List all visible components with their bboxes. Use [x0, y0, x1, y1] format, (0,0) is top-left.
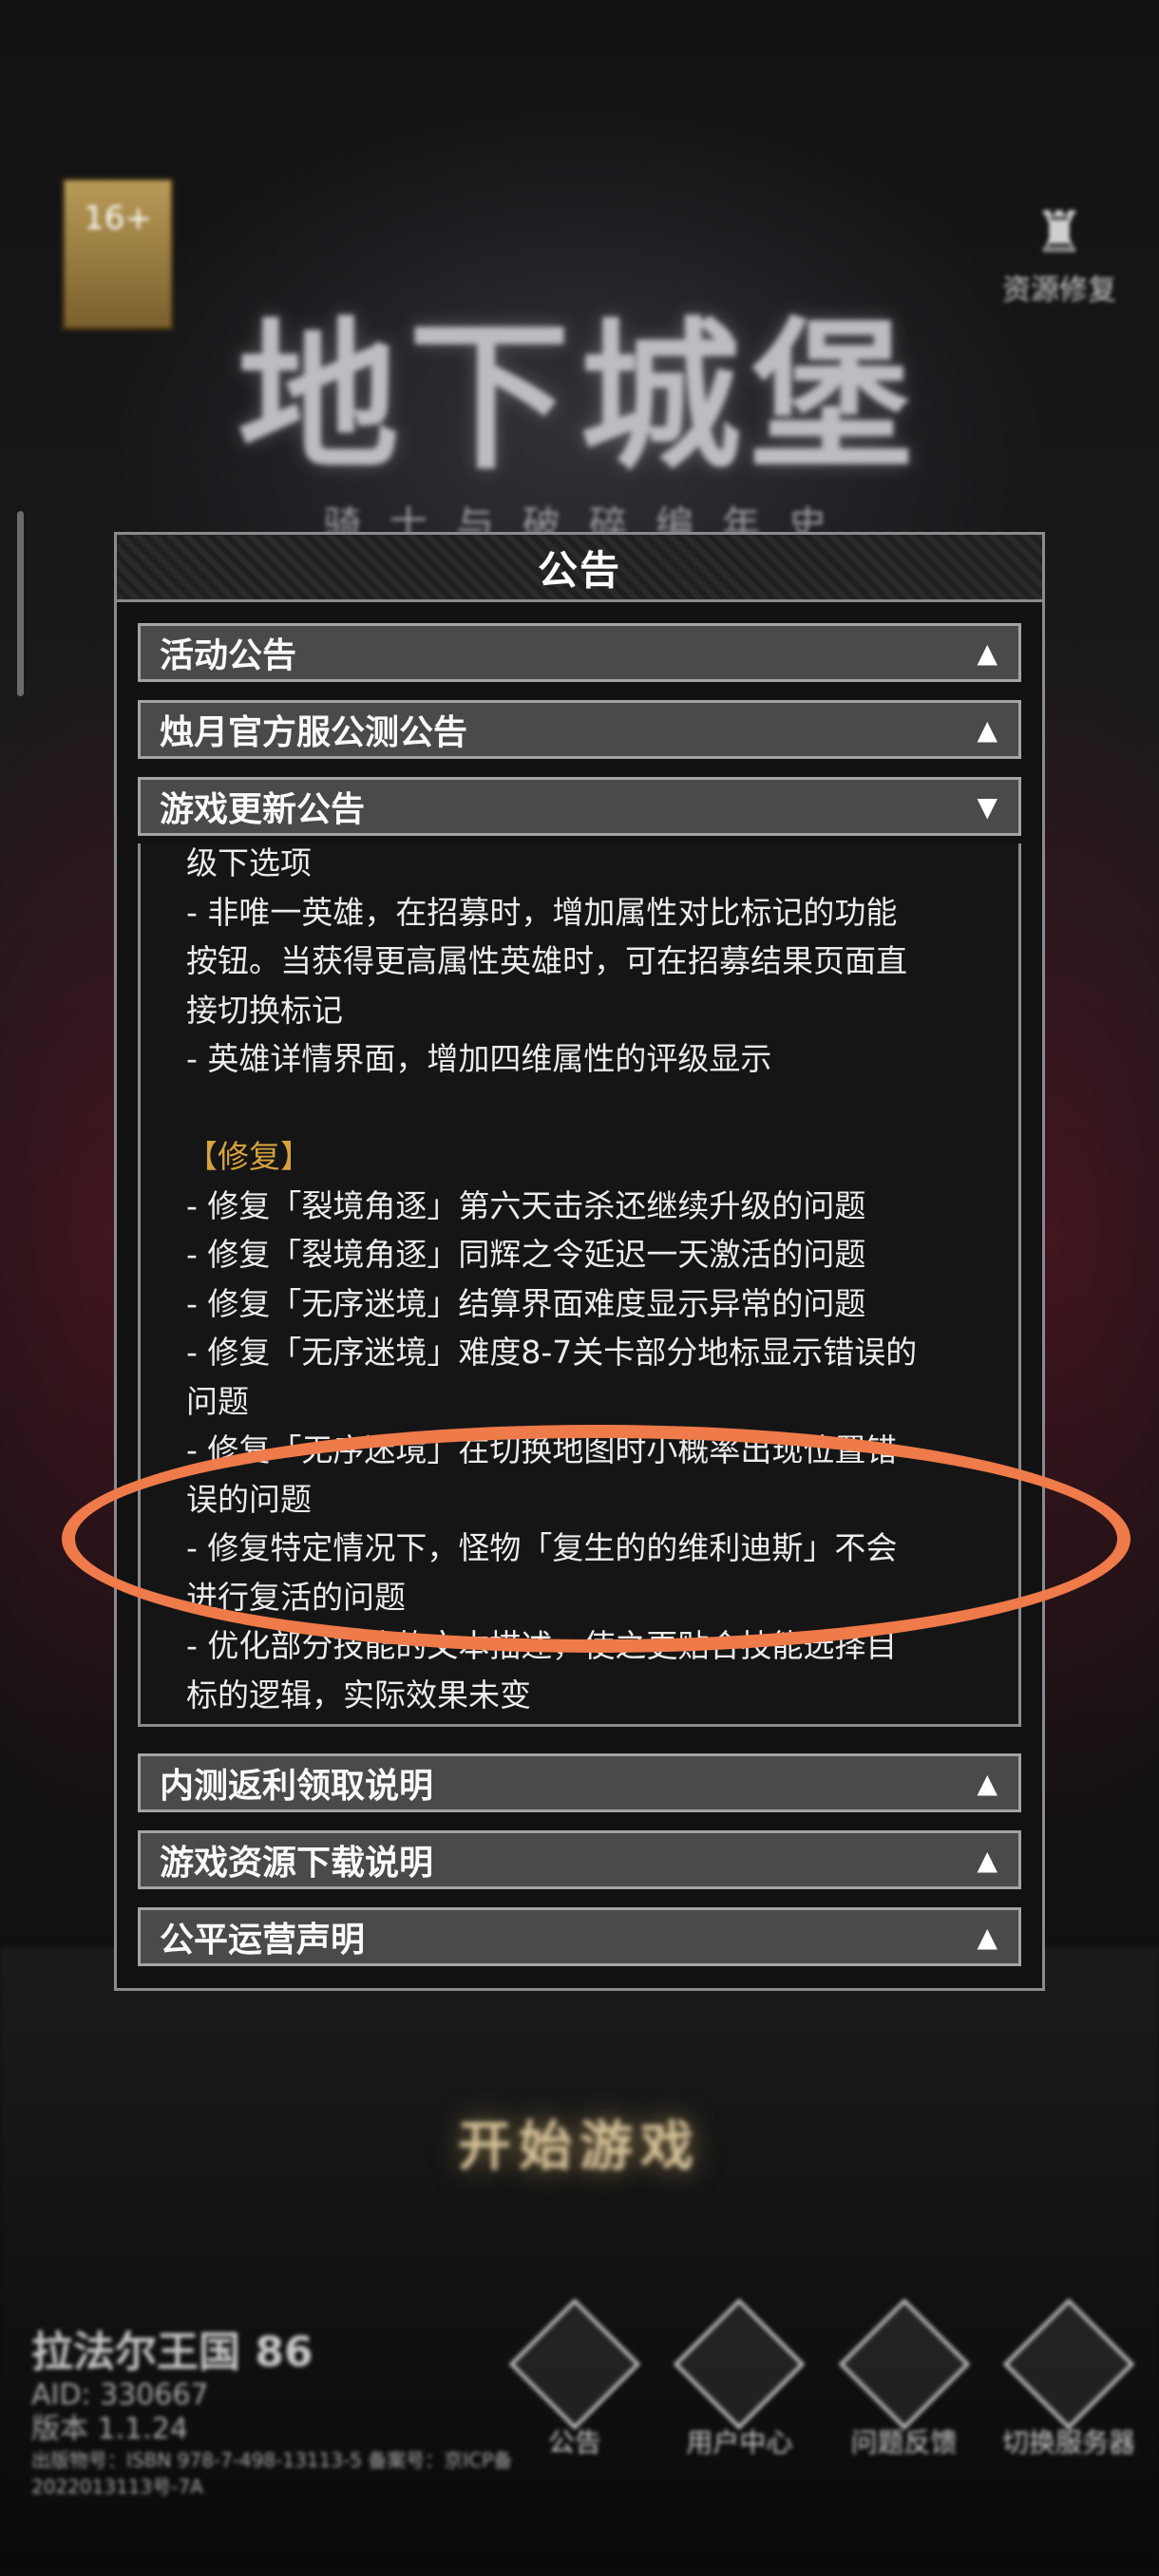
content-line: - 英雄详情界面，增加四维属性的评级显示 [186, 1040, 772, 1077]
user-center-button[interactable]: 用户中心 [668, 2298, 810, 2460]
resource-repair-button[interactable]: ♜ 资源修复 [988, 199, 1130, 308]
section-activity[interactable]: 活动公告 ▲ [138, 623, 1021, 682]
highlight-circle-annotation [62, 1425, 1130, 1653]
expand-arrow-icon: ▲ [977, 1921, 998, 1953]
bottom-menu: 公告 用户中心 问题反馈 切换服务器 [504, 2298, 1140, 2460]
collapse-arrow-icon: ▼ [977, 790, 998, 823]
server-icon [1002, 2298, 1135, 2431]
switch-server-button[interactable]: 切换服务器 [998, 2298, 1140, 2460]
castle-icon: ♜ [1034, 199, 1085, 266]
game-logo: 地下城堡 [237, 302, 922, 492]
section-fair-play[interactable]: 公平运营声明 ▲ [138, 1907, 1021, 1966]
section-label: 烛月官方服公测公告 [160, 713, 468, 752]
section-label: 内测返利领取说明 [160, 1767, 434, 1806]
expand-arrow-icon: ▲ [977, 713, 998, 746]
content-line: - 修复「无序迷境」结算界面难度显示异常的问题 [186, 1284, 866, 1322]
announcement-icon [508, 2298, 641, 2431]
content-line: 级下选项 [186, 844, 312, 881]
content-line: - 修复「裂境角逐」同辉之令延迟一天激活的问题 [186, 1236, 866, 1273]
feedback-icon [838, 2298, 970, 2431]
section-rebate[interactable]: 内测返利领取说明 ▲ [138, 1753, 1021, 1812]
content-line: - 非唯一英雄，在招募时，增加属性对比标记的功能 [186, 893, 898, 931]
section-update[interactable]: 游戏更新公告 ▼ [138, 777, 1021, 836]
expand-arrow-icon: ▲ [977, 1767, 998, 1799]
content-line: - 修复「无序迷境」难度8-7关卡部分地标显示错误的 [186, 1334, 918, 1371]
announcement-button[interactable]: 公告 [504, 2298, 646, 2460]
fix-heading: 【修复】 [186, 1138, 312, 1175]
content-line [186, 1084, 994, 1133]
content-line: 按钮。当获得更高属性英雄时，可在招募结果页面直 [186, 942, 907, 979]
section-download[interactable]: 游戏资源下载说明 ▲ [138, 1830, 1021, 1889]
user-icon [674, 2298, 806, 2431]
section-public-test[interactable]: 烛月官方服公测公告 ▲ [138, 700, 1021, 759]
section-label: 活动公告 [160, 636, 297, 675]
server-name: 拉法尔王国 86 [31, 2328, 314, 2377]
content-line: - 修复「裂境角逐」第六天击杀还继续升级的问题 [186, 1186, 866, 1224]
announcement-dialog: 公告 活动公告 ▲ 烛月官方服公测公告 ▲ 游戏更新公告 ▼ 级下选项 - 非唯… [114, 532, 1045, 1991]
feedback-button[interactable]: 问题反馈 [833, 2298, 976, 2460]
expand-arrow-icon: ▲ [977, 1844, 998, 1876]
age-rating-badge: 16+ [62, 178, 174, 331]
section-label: 公平运营声明 [160, 1921, 366, 1960]
content-line: 标的逻辑，实际效果未变 [186, 1676, 531, 1714]
scrollbar[interactable] [17, 511, 24, 696]
dialog-title: 公告 [537, 546, 621, 594]
separator-line: ====================================== [186, 1719, 994, 1724]
start-game-button[interactable]: 开始游戏 [285, 2104, 874, 2181]
content-line: 问题 [186, 1382, 249, 1420]
expand-arrow-icon: ▲ [977, 636, 998, 669]
section-label: 游戏资源下载说明 [160, 1844, 434, 1883]
server-info[interactable]: 拉法尔王国 86 AID: 330667 版本 1.1.24 出版物号：ISBN… [31, 2318, 525, 2500]
resource-repair-label: 资源修复 [1002, 274, 1116, 307]
license-text: 出版物号：ISBN 978-7-498-13113-5 备案号：京ICP备202… [31, 2449, 513, 2498]
section-label: 游戏更新公告 [160, 790, 366, 829]
content-line: 接切换标记 [186, 991, 343, 1029]
account-id: AID: 330667 [31, 2378, 209, 2412]
dialog-header: 公告 [117, 535, 1042, 602]
version-text: 版本 1.1.24 [31, 2413, 188, 2446]
